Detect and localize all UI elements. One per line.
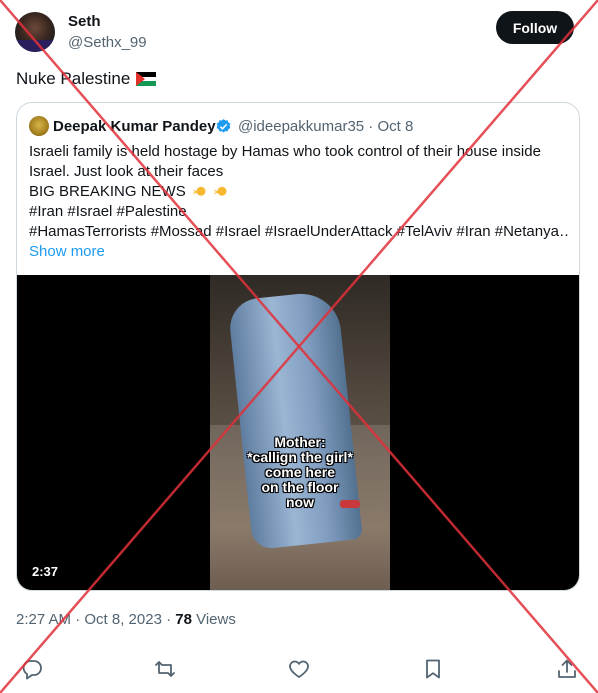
retweet-icon[interactable] [153, 657, 177, 681]
follow-button[interactable]: Follow [496, 11, 574, 44]
action-bar [0, 652, 598, 686]
author-handle[interactable]: @Sethx_99 [68, 34, 147, 51]
video-caption-line: on the floor [261, 479, 339, 495]
video-frame: Mother: *callign the girl* come here on … [210, 275, 390, 590]
quoted-line-hashtags: #HamasTerrorists #Mossad #Israel #Israel… [29, 223, 569, 240]
tweet-text-content: Nuke Palestine [16, 69, 131, 88]
flag-palestine-icon [136, 72, 157, 86]
views-count: 78 [175, 611, 192, 628]
video-duration: 2:37 [26, 562, 65, 581]
quoted-text: Israeli family is held hostage by Hamas … [29, 142, 569, 262]
author-name[interactable]: Seth [68, 13, 101, 30]
quoted-line-breaking: BIG BREAKING NEWS [29, 182, 569, 202]
video-caption-line: *callign the girl* [247, 449, 353, 465]
quoted-line: Israel. Just look at their faces [29, 163, 224, 180]
reply-icon[interactable] [20, 657, 44, 681]
quoted-author-name: Deepak Kumar Pandey [53, 118, 216, 135]
like-icon[interactable] [287, 657, 311, 681]
tweet-text: Nuke Palestine [16, 69, 157, 89]
author-avatar[interactable] [15, 12, 55, 52]
quoted-avatar [29, 116, 49, 136]
video-caption-line: Mother: [274, 434, 326, 450]
sparkle-icon [214, 186, 227, 196]
tweet-meta: 2:27 AM · Oct 8, 2023 · 78 Views [16, 611, 236, 628]
sparkle-icon [193, 186, 206, 196]
views-label: Views [191, 611, 236, 628]
tweet-timestamp[interactable]: 2:27 AM · Oct 8, 2023 · [16, 611, 175, 628]
video-player[interactable]: Mother: *callign the girl* come here on … [17, 275, 579, 590]
video-caption-line: come here [264, 464, 336, 480]
show-more-link[interactable]: Show more [29, 242, 569, 262]
quoted-line: BIG BREAKING NEWS [29, 183, 186, 200]
video-caption-line: now [286, 494, 314, 510]
share-icon[interactable] [555, 657, 579, 681]
video-caption: Mother: *callign the girl* come here on … [210, 435, 390, 510]
verified-icon [216, 119, 231, 133]
quoted-line-hashtags: #Iran #Israel #Palestine [29, 203, 187, 220]
quoted-handle-date: @ideepakkumar35 · Oct 8 [238, 118, 414, 135]
quoted-tweet[interactable]: Deepak Kumar Pandey @ideepakkumar35 · Oc… [16, 102, 580, 591]
bookmark-icon[interactable] [421, 657, 445, 681]
quoted-line: Israeli family is held hostage by Hamas … [29, 143, 541, 160]
